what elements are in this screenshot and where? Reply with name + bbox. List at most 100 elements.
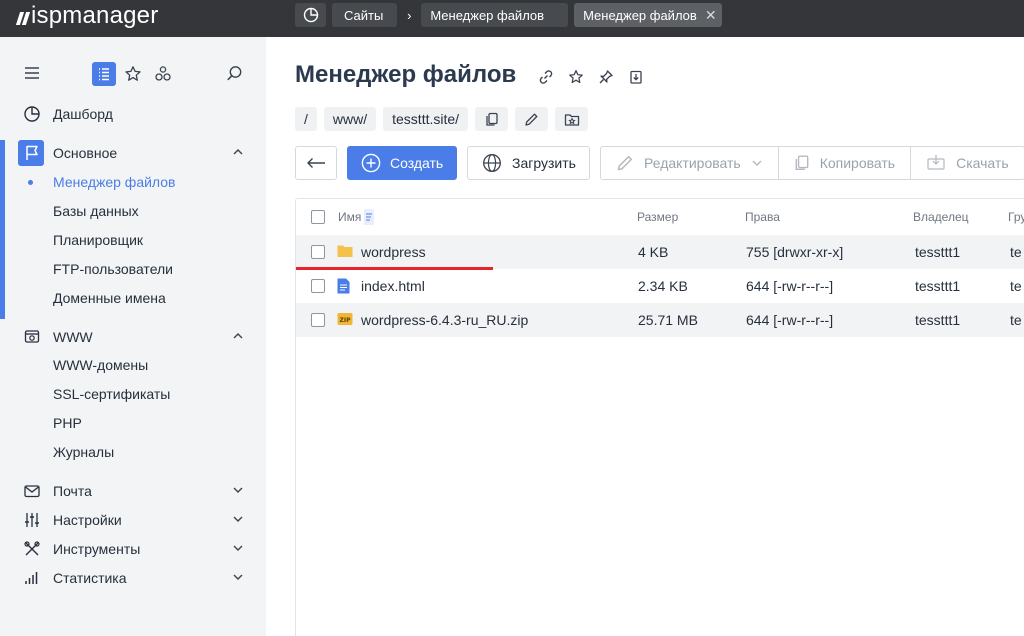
chevron-right-icon: ›	[407, 7, 412, 23]
download-button[interactable]: Скачать	[911, 147, 1024, 179]
tab-sites-label: Сайты	[344, 7, 384, 23]
file-owner: tessttt1	[915, 278, 961, 294]
sort-icon[interactable]	[363, 208, 375, 226]
dashboard-icon	[24, 106, 40, 122]
copy-button[interactable]: Копировать	[779, 147, 912, 179]
title-actions	[538, 69, 644, 85]
col-group-header[interactable]: Гру	[1008, 210, 1024, 224]
nav-ssl-label: SSL-сертификаты	[53, 386, 171, 402]
file-perms: 755 [drwxr-xr-x]	[746, 244, 844, 260]
select-all-checkbox[interactable]	[311, 210, 325, 224]
download-button-label: Скачать	[956, 155, 1009, 171]
nav-file-manager[interactable]: Менеджер файлов	[0, 170, 266, 194]
tab-sites[interactable]: Сайты	[332, 3, 398, 27]
col-name-header[interactable]: Имя	[338, 210, 361, 224]
table-row[interactable]: wordpress 4 KB 755 [drwxr-xr-x] tessttt1…	[296, 235, 1024, 269]
nav-databases[interactable]: Базы данных	[0, 199, 266, 223]
file-name[interactable]: index.html	[361, 278, 425, 294]
close-icon[interactable]: ✕	[705, 7, 717, 24]
logo-text: ispmanager	[31, 2, 159, 29]
dashboard-icon	[303, 7, 318, 23]
pencil-icon	[525, 113, 538, 126]
folder-star-icon	[564, 113, 579, 126]
tab-file-manager[interactable]: Менеджер файлов	[421, 3, 569, 27]
html-file-icon	[337, 278, 350, 294]
copy-icon	[795, 155, 809, 170]
search-icon[interactable]	[226, 65, 243, 82]
copy-path-button[interactable]	[475, 107, 509, 131]
nav-tools-label: Инструменты	[53, 541, 141, 557]
crumb-site[interactable]: tessttt.site/	[383, 107, 469, 131]
file-group: te	[1010, 312, 1022, 328]
favorites-star-icon[interactable]	[124, 65, 142, 83]
favorite-path-button[interactable]	[555, 107, 589, 131]
upload-globe-icon	[483, 154, 501, 172]
upload-button[interactable]: Загрузить	[467, 146, 590, 180]
tab-active-label: Менеджер файлов	[583, 7, 697, 23]
nav-statistics[interactable]: Статистика	[0, 565, 266, 591]
table-row[interactable]: index.html 2.34 KB 644 [-rw-r--r--] tess…	[296, 269, 1024, 303]
list-view-button[interactable]	[92, 62, 116, 86]
create-button[interactable]: Создать	[347, 146, 457, 180]
nav-domain-names[interactable]: Доменные имена	[0, 286, 266, 310]
arrow-left-icon	[307, 158, 325, 168]
file-name[interactable]: wordpress	[361, 244, 426, 260]
crumb-www[interactable]: www/	[323, 107, 377, 131]
crumb-root[interactable]: /	[295, 107, 317, 131]
edit-button[interactable]: Редактировать	[601, 147, 779, 179]
nav-www-domains[interactable]: WWW-домены	[0, 353, 266, 377]
star-icon[interactable]	[568, 69, 584, 85]
nav-databases-label: Базы данных	[53, 203, 139, 219]
groups-icon[interactable]	[154, 65, 172, 83]
row-checkbox[interactable]	[311, 313, 325, 327]
col-size-header[interactable]: Размер	[637, 210, 678, 224]
tab-file-manager-active[interactable]: Менеджер файлов ✕	[574, 3, 722, 27]
download-icon	[927, 155, 945, 170]
nav-dashboard[interactable]: Дашборд	[0, 101, 266, 127]
nav-php[interactable]: PHP	[0, 411, 266, 435]
nav-www-section[interactable]: WWW	[0, 324, 266, 350]
tab-dashboard[interactable]	[295, 3, 326, 27]
logo[interactable]: ispmanager	[15, 2, 159, 29]
main-content: Менеджер файлов / www/ tessttt.site/ Соз…	[266, 37, 1024, 636]
col-owner-header[interactable]: Владелец	[913, 210, 969, 224]
folder-icon	[337, 245, 353, 257]
path-breadcrumb: / www/ tessttt.site/	[295, 107, 589, 131]
file-size: 25.71 MB	[638, 312, 698, 328]
crumb-root-label: /	[304, 111, 308, 127]
pencil-icon	[617, 155, 633, 171]
nav-ftp-users[interactable]: FTP-пользователи	[0, 257, 266, 281]
nav-dashboard-label: Дашборд	[53, 106, 113, 122]
pin-icon[interactable]	[598, 69, 614, 85]
nav-mail[interactable]: Почта	[0, 478, 266, 504]
edit-path-button[interactable]	[515, 107, 549, 131]
chevron-down-icon	[233, 574, 243, 580]
upload-button-label: Загрузить	[512, 155, 576, 171]
file-owner: tessttt1	[915, 312, 961, 328]
col-perms-header[interactable]: Права	[745, 210, 780, 224]
action-group: Редактировать Копировать Скачать	[600, 146, 1024, 180]
table-row[interactable]: ZIP wordpress-6.4.3-ru_RU.zip 25.71 MB 6…	[296, 303, 1024, 337]
export-icon[interactable]	[628, 69, 644, 85]
list-icon	[99, 68, 109, 81]
link-icon[interactable]	[538, 69, 554, 85]
file-name[interactable]: wordpress-6.4.3-ru_RU.zip	[361, 312, 528, 328]
chevron-down-icon	[233, 487, 243, 493]
nav-ssl-certificates[interactable]: SSL-сертификаты	[0, 382, 266, 406]
crumb-site-label: tessttt.site/	[392, 111, 460, 127]
row-checkbox[interactable]	[311, 245, 325, 259]
menu-icon[interactable]	[24, 66, 40, 80]
copy-icon	[485, 112, 498, 126]
file-group: te	[1010, 244, 1022, 260]
row-checkbox[interactable]	[311, 279, 325, 293]
title-row: Менеджер файлов	[295, 61, 644, 89]
copy-button-label: Копировать	[819, 155, 896, 171]
nav-main-label: Основное	[53, 145, 118, 161]
nav-scheduler[interactable]: Планировщик	[0, 228, 266, 252]
nav-logs[interactable]: Журналы	[0, 440, 266, 464]
nav-tools[interactable]: Инструменты	[0, 536, 266, 562]
flag-icon	[26, 145, 38, 160]
back-button[interactable]	[295, 146, 337, 180]
nav-main-section[interactable]: Основное	[0, 140, 266, 166]
nav-settings[interactable]: Настройки	[0, 507, 266, 533]
